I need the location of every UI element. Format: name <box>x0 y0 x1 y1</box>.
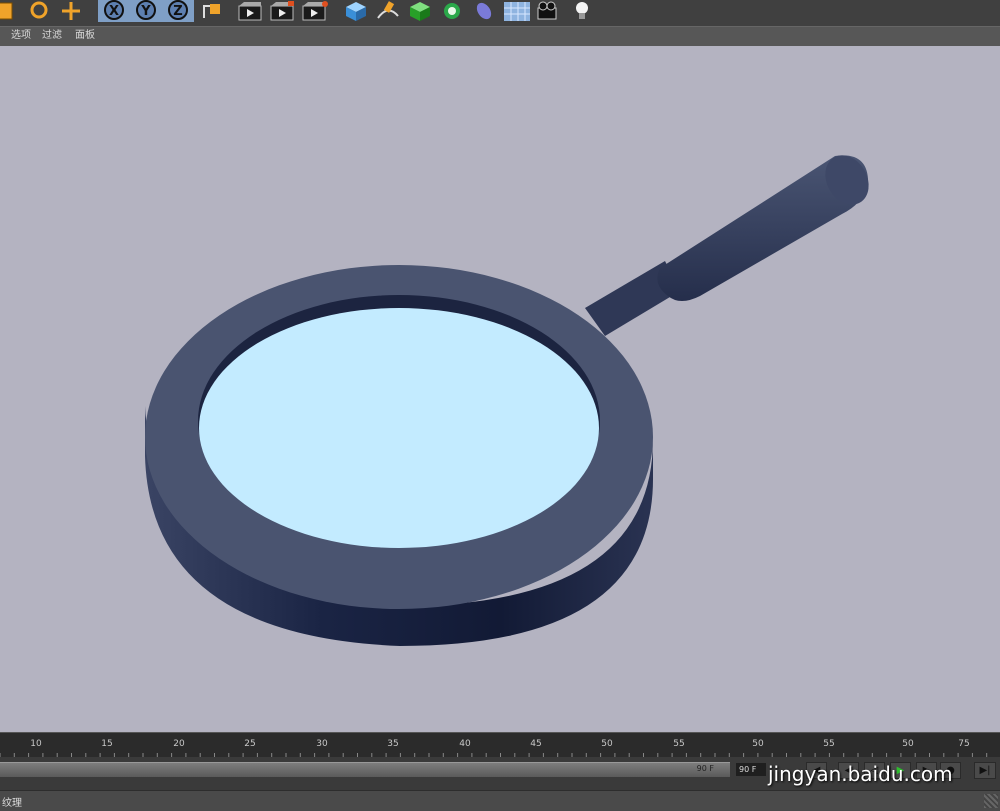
spline-pen-icon[interactable] <box>374 0 402 22</box>
ruler-tick: 55 <box>823 739 835 749</box>
move-tool-icon[interactable] <box>58 0 84 22</box>
svg-text:Z: Z <box>173 4 182 19</box>
render-view-icon[interactable] <box>236 0 264 22</box>
ruler-tick: 50 <box>902 739 914 749</box>
menu-filter[interactable]: 过滤 <box>42 30 62 42</box>
y-axis-lock-icon[interactable]: Y <box>132 0 160 22</box>
go-to-end-icon: ▶| <box>979 765 991 776</box>
ruler-tick: 50 <box>752 739 764 749</box>
rotate-tool-icon[interactable] <box>26 0 52 22</box>
ruler-ticks <box>0 753 988 757</box>
svg-text:Y: Y <box>140 4 151 19</box>
resize-grip-icon[interactable] <box>984 794 998 808</box>
ruler-tick: 20 <box>173 739 185 749</box>
x-axis-lock-icon[interactable]: X <box>100 0 128 22</box>
main-toolbar: X Y Z <box>0 0 1000 26</box>
frame-ruler[interactable]: 10 15 20 25 30 35 40 45 50 55 50 55 50 7… <box>0 732 1000 757</box>
magnifying-glass-model[interactable] <box>0 46 1000 732</box>
ruler-tick: 45 <box>530 739 542 749</box>
floor-icon[interactable] <box>502 0 532 22</box>
go-to-end-button[interactable]: ▶| <box>974 762 996 779</box>
lens <box>199 308 599 548</box>
svg-text:X: X <box>109 4 119 19</box>
ruler-tick: 55 <box>673 739 685 749</box>
menu-panel[interactable]: 面板 <box>75 30 95 42</box>
ruler-tick: 15 <box>101 739 113 749</box>
ruler-tick: 35 <box>387 739 399 749</box>
ruler-tick: 40 <box>459 739 471 749</box>
generator-icon[interactable] <box>406 0 434 22</box>
z-axis-lock-icon[interactable]: Z <box>164 0 192 22</box>
deformer-icon[interactable] <box>438 0 466 22</box>
ruler-tick: 10 <box>30 739 42 749</box>
ruler-tick: 25 <box>244 739 256 749</box>
scale-tool-icon[interactable] <box>0 0 24 22</box>
end-frame-field[interactable]: 90 F <box>736 763 766 776</box>
coordinate-system-icon[interactable] <box>198 0 226 22</box>
range-end-value: 90 F <box>696 764 714 773</box>
light-icon[interactable] <box>568 0 596 22</box>
watermark-text: jingyan.baidu.com <box>768 762 953 786</box>
status-text: 纹理 <box>2 798 22 809</box>
range-slider[interactable]: 90 F <box>0 762 730 777</box>
render-picture-queue-icon[interactable] <box>268 0 296 22</box>
3d-viewport[interactable] <box>0 46 1000 732</box>
cube-primitive-icon[interactable] <box>342 0 370 22</box>
status-bar: 纹理 <box>0 790 1000 811</box>
ruler-tick: 50 <box>601 739 613 749</box>
ruler-tick: 75 <box>958 739 970 749</box>
viewport-menubar: 选项 过滤 面板 <box>0 26 1000 46</box>
render-settings-icon[interactable] <box>300 0 330 22</box>
ruler-tick: 30 <box>316 739 328 749</box>
menu-options[interactable]: 选项 <box>11 30 31 42</box>
camera-icon[interactable] <box>534 0 562 22</box>
nurbs-icon[interactable] <box>470 0 498 22</box>
